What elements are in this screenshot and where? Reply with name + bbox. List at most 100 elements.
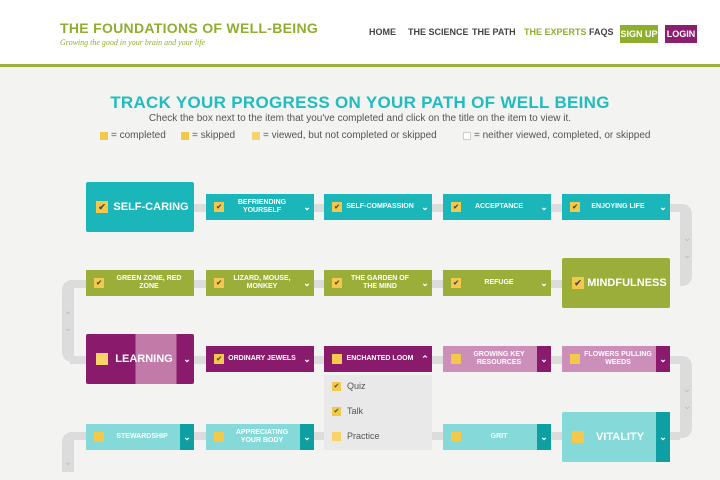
chevron-down-icon[interactable]: ⌄: [300, 354, 314, 365]
nav-faqs[interactable]: FAQS: [589, 27, 614, 37]
chevron-down-icon[interactable]: ⌄: [537, 424, 551, 450]
step-title[interactable]: VITALITY: [584, 431, 656, 443]
step-title[interactable]: STEWARDSHIP: [104, 433, 180, 441]
step-title[interactable]: GROWING KEY RESOURCES: [461, 351, 537, 367]
path-step-vitality[interactable]: VITALITY ⌄: [562, 412, 670, 462]
chevron-down-icon: ⌄: [683, 233, 692, 244]
step-checkbox[interactable]: ✔: [94, 278, 104, 288]
empty-box-icon: [463, 131, 471, 140]
legend-completed-label: = completed: [111, 130, 166, 141]
path-step-self-compassion[interactable]: ✔ SELF-COMPASSION ⌄: [324, 194, 432, 220]
path-step-stewardship[interactable]: STEWARDSHIP ⌄: [86, 424, 194, 450]
step-checkbox[interactable]: ✔: [214, 278, 224, 288]
chevron-down-icon[interactable]: ⌄: [418, 202, 432, 213]
chevron-down-icon[interactable]: ⌄: [656, 346, 670, 372]
path-step-grit[interactable]: GRIT ⌄: [443, 424, 551, 450]
path-step-acceptance[interactable]: ✔ ACCEPTANCE ⌄: [443, 194, 551, 220]
chevron-down-icon[interactable]: ⌄: [180, 424, 194, 450]
step-title[interactable]: LEARNING: [108, 353, 180, 365]
step-title[interactable]: ENJOYING LIFE: [580, 203, 656, 211]
chevron-down-icon[interactable]: ⌄: [300, 202, 314, 213]
nav-the-experts[interactable]: THE EXPERTS: [524, 27, 587, 37]
step-checkbox[interactable]: [572, 431, 584, 443]
step-title[interactable]: GRIT: [461, 433, 537, 441]
step-title[interactable]: BEFRIENDING YOURSELF: [224, 199, 300, 215]
step-checkbox[interactable]: ✔: [451, 278, 461, 288]
chevron-down-icon[interactable]: ⌄: [180, 354, 194, 365]
path-step-befriending-yourself[interactable]: ✔ BEFRIENDING YOURSELF ⌄: [206, 194, 314, 220]
path-step-growing-key-resources[interactable]: GROWING KEY RESOURCES ⌄: [443, 346, 551, 372]
item-checkbox[interactable]: ✔: [332, 406, 341, 416]
path-step-mindfulness[interactable]: ✔ MINDFULNESS: [562, 258, 670, 308]
chevron-down-icon[interactable]: ⌄: [418, 278, 432, 289]
step-title[interactable]: LIZARD, MOUSE, MONKEY: [224, 275, 300, 291]
path-step-lizard-mouse-monkey[interactable]: ✔ LIZARD, MOUSE, MONKEY ⌄: [206, 270, 314, 296]
step-checkbox[interactable]: [451, 432, 461, 442]
step-checkbox[interactable]: ✔: [214, 354, 224, 364]
chevron-down-icon[interactable]: ⌄: [537, 278, 551, 289]
path-step-enjoying-life[interactable]: ✔ ENJOYING LIFE ⌄: [562, 194, 670, 220]
sign-up-button[interactable]: SIGN UP: [620, 25, 658, 43]
step-title[interactable]: REFUGE: [461, 279, 537, 287]
step-checkbox[interactable]: [570, 354, 580, 364]
chevron-down-icon[interactable]: ⌄: [656, 412, 670, 462]
path-step-enchanted-loom[interactable]: ENCHANTED LOOM ⌃: [324, 346, 432, 372]
site-logo-title[interactable]: THE FOUNDATIONS OF WELL-BEING: [60, 20, 318, 36]
chevron-down-icon: ⌄: [683, 384, 692, 395]
item-checkbox[interactable]: [332, 431, 341, 441]
step-title[interactable]: THE GARDEN OF THE MIND: [342, 275, 418, 291]
dropdown-item-practice[interactable]: Practice: [332, 431, 380, 441]
chevron-up-icon[interactable]: ⌃: [418, 354, 432, 365]
path-step-self-caring[interactable]: ✔ SELF-CARING: [86, 182, 194, 232]
path-step-green-zone-red-zone[interactable]: ✔ GREEN ZONE, RED ZONE: [86, 270, 194, 296]
nav-home[interactable]: HOME: [369, 27, 396, 37]
step-checkbox[interactable]: [214, 432, 224, 442]
step-title[interactable]: GREEN ZONE, RED ZONE: [104, 275, 194, 291]
legend-viewed-label: = viewed, but not completed or skipped: [263, 130, 437, 141]
chevron-down-icon[interactable]: ⌄: [537, 202, 551, 213]
dropdown-item-talk[interactable]: ✔ Talk: [332, 406, 363, 416]
step-checkbox[interactable]: ✔: [451, 202, 461, 212]
step-checkbox[interactable]: [451, 354, 461, 364]
step-title[interactable]: MINDFULNESS: [584, 277, 670, 289]
step-checkbox[interactable]: [94, 432, 104, 442]
chevron-down-icon[interactable]: ⌄: [656, 202, 670, 213]
path-step-learning[interactable]: LEARNING ⌄: [86, 334, 194, 384]
chevron-down-icon[interactable]: ⌄: [300, 278, 314, 289]
item-label[interactable]: Talk: [347, 406, 363, 416]
dropdown-item-quiz[interactable]: ✔ Quiz: [332, 381, 366, 391]
enchanted-loom-dropdown: ✔ Quiz ✔ Talk Practice: [324, 375, 432, 450]
step-checkbox[interactable]: ✔: [332, 278, 342, 288]
site-logo-tagline: Growing the good in your brain and your …: [60, 38, 206, 47]
path-step-appreciating-your-body[interactable]: APPRECIATING YOUR BODY ⌄: [206, 424, 314, 450]
completed-box-icon: [100, 131, 108, 140]
path-step-refuge[interactable]: ✔ REFUGE ⌄: [443, 270, 551, 296]
step-checkbox[interactable]: ✔: [96, 201, 108, 213]
item-label[interactable]: Quiz: [347, 381, 366, 391]
step-checkbox[interactable]: [332, 354, 342, 364]
step-checkbox[interactable]: ✔: [572, 277, 584, 289]
step-title[interactable]: APPRECIATING YOUR BODY: [224, 429, 300, 445]
step-title[interactable]: ORDINARY JEWELS: [224, 355, 300, 363]
step-title[interactable]: ENCHANTED LOOM: [342, 355, 418, 363]
login-button[interactable]: LOGIN: [665, 25, 697, 43]
viewed-box-icon: [252, 131, 260, 140]
step-title[interactable]: SELF-CARING: [108, 201, 194, 213]
nav-the-path[interactable]: THE PATH: [472, 27, 516, 37]
path-step-ordinary-jewels[interactable]: ✔ ORDINARY JEWELS ⌄: [206, 346, 314, 372]
path-step-flowers-pulling-weeds[interactable]: FLOWERS PULLING WEEDS ⌄: [562, 346, 670, 372]
step-checkbox[interactable]: ✔: [214, 202, 224, 212]
step-checkbox[interactable]: ✔: [332, 202, 342, 212]
chevron-down-icon[interactable]: ⌄: [537, 346, 551, 372]
item-checkbox[interactable]: ✔: [332, 381, 341, 391]
step-checkbox[interactable]: ✔: [570, 202, 580, 212]
chevron-down-icon[interactable]: ⌄: [300, 424, 314, 450]
step-title[interactable]: FLOWERS PULLING WEEDS: [580, 351, 656, 367]
legend-neither: = neither viewed, completed, or skipped: [463, 130, 651, 141]
item-label[interactable]: Practice: [347, 431, 380, 441]
path-step-garden-of-the-mind[interactable]: ✔ THE GARDEN OF THE MIND ⌄: [324, 270, 432, 296]
step-checkbox[interactable]: [96, 353, 108, 365]
step-title[interactable]: ACCEPTANCE: [461, 203, 537, 211]
step-title[interactable]: SELF-COMPASSION: [342, 203, 418, 211]
nav-the-science[interactable]: THE SCIENCE: [408, 27, 469, 37]
